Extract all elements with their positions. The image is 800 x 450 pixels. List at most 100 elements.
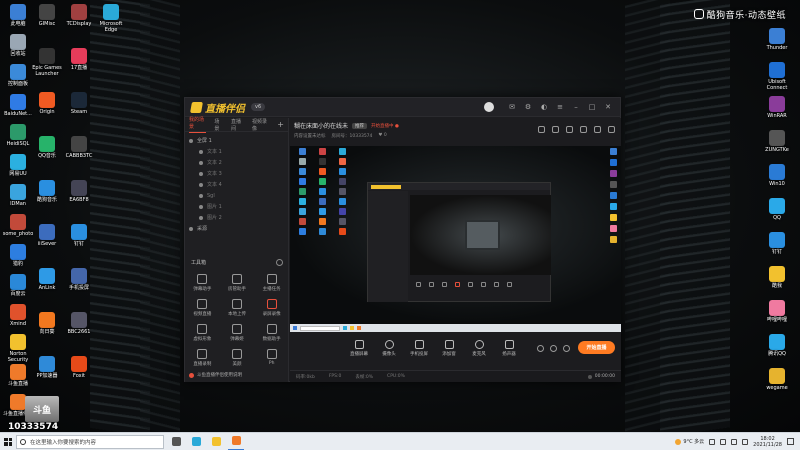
- tool-item[interactable]: 视频直播: [185, 299, 220, 317]
- volume-icon[interactable]: [731, 438, 738, 445]
- source-item[interactable]: 图片 2: [189, 212, 284, 223]
- desktop-shortcut[interactable]: QQ音乐: [30, 136, 64, 159]
- stream-control[interactable]: 麦克风: [465, 339, 493, 357]
- taskbar-app-task-view[interactable]: [168, 433, 184, 450]
- tool-item[interactable]: 弹幕助手: [185, 274, 220, 292]
- preview-toggle-icon[interactable]: [550, 344, 557, 352]
- add-scene-icon[interactable]: +: [277, 120, 284, 129]
- eye-icon[interactable]: [199, 182, 203, 187]
- desktop-shortcut[interactable]: TCDisplay: [62, 4, 96, 27]
- close-icon[interactable]: ✕: [602, 101, 614, 113]
- weather-widget[interactable]: 9°C 多云: [675, 438, 704, 445]
- more-icon[interactable]: [608, 126, 615, 133]
- camera-toggle-icon[interactable]: [537, 344, 544, 352]
- avatar[interactable]: [484, 102, 494, 112]
- desktop-shortcut[interactable]: GIMisc: [30, 4, 64, 27]
- tool-item[interactable]: 录屏录像: [254, 299, 289, 317]
- desktop-shortcut[interactable]: WinRAR: [760, 96, 794, 119]
- desktop-shortcut[interactable]: QQ: [760, 198, 794, 221]
- start-live-button[interactable]: 开始直播: [578, 341, 615, 354]
- desktop-shortcut[interactable]: EA6BF8: [62, 180, 96, 203]
- live-preview[interactable]: [290, 146, 621, 332]
- stream-control[interactable]: 扬声器: [495, 339, 523, 357]
- scene-tab[interactable]: 视频录像: [252, 118, 269, 132]
- eye-icon[interactable]: [199, 193, 203, 198]
- desktop-shortcut[interactable]: CABBB3TC: [62, 136, 96, 159]
- taskbar-clock[interactable]: 18:02 2021/11/28: [753, 436, 782, 448]
- desktop-shortcut[interactable]: Win10: [760, 164, 794, 187]
- ime-icon[interactable]: [742, 438, 749, 445]
- tool-item[interactable]: 数据助手: [254, 324, 289, 342]
- desktop-shortcut[interactable]: PP加速器: [30, 356, 64, 379]
- taskbar-app-explorer[interactable]: [208, 433, 224, 450]
- source-item[interactable]: 文本 4: [189, 179, 284, 190]
- scene-tab[interactable]: 直播间: [231, 118, 244, 132]
- tool-item[interactable]: Ph: [254, 349, 289, 367]
- desktop-shortcut[interactable]: 手机投屏: [62, 268, 96, 291]
- desktop-shortcut[interactable]: 酷狗音乐: [30, 180, 64, 203]
- taskbar-search[interactable]: 在这里输入你要搜索的内容: [16, 434, 164, 449]
- taskbar-app-douyu[interactable]: [228, 433, 244, 450]
- screenshot-icon[interactable]: [580, 126, 587, 133]
- desktop-shortcut[interactable]: 向日葵: [30, 312, 64, 335]
- source-item[interactable]: Sgl: [189, 190, 284, 201]
- desktop-shortcut[interactable]: 17直播: [62, 48, 96, 71]
- desktop-shortcut[interactable]: Epic Games Launcher: [30, 48, 64, 77]
- desktop-shortcut[interactable]: Origin: [30, 92, 64, 115]
- settings-icon[interactable]: ⚙: [522, 101, 534, 113]
- eye-icon[interactable]: [199, 160, 203, 165]
- eye-icon[interactable]: [189, 226, 193, 231]
- scene-tab[interactable]: 场景: [214, 118, 223, 132]
- tool-item[interactable]: 本地上传: [220, 299, 255, 317]
- tool-item[interactable]: 房管助手: [220, 274, 255, 292]
- scene-tab[interactable]: 我的场景: [189, 116, 207, 133]
- source-item[interactable]: 采源: [189, 223, 284, 234]
- desktop-shortcut[interactable]: BBC2661: [62, 312, 96, 335]
- notification-icon[interactable]: [787, 438, 794, 445]
- grid-icon[interactable]: [538, 126, 545, 133]
- source-item[interactable]: 文本 2: [189, 157, 284, 168]
- stream-control[interactable]: 直播屏幕: [345, 339, 373, 357]
- skin-icon[interactable]: ◐: [538, 101, 550, 113]
- eye-icon[interactable]: [199, 215, 203, 220]
- desktop-shortcut[interactable]: 酷我: [760, 266, 794, 289]
- start-button[interactable]: [0, 433, 16, 450]
- eye-icon[interactable]: [199, 149, 203, 154]
- tool-item[interactable]: 主播任务: [254, 274, 289, 292]
- desktop-shortcut[interactable]: ZUNGTKe: [760, 130, 794, 153]
- room-title[interactable]: 糊在床面小的在线未: [294, 121, 348, 130]
- version-badge[interactable]: v6: [251, 103, 266, 111]
- eye-icon[interactable]: [199, 171, 203, 176]
- desktop-shortcut[interactable]: wegame: [760, 368, 794, 391]
- desktop-shortcut[interactable]: 钉钉: [760, 232, 794, 255]
- desktop-shortcut[interactable]: Steam: [62, 92, 96, 115]
- source-item[interactable]: 文本 3: [189, 168, 284, 179]
- desktop-shortcut[interactable]: 钉钉: [62, 224, 96, 247]
- taskbar-app-edge[interactable]: [188, 433, 204, 450]
- source-item[interactable]: 文本 1: [189, 146, 284, 157]
- network-icon[interactable]: [720, 438, 727, 445]
- chevron-up-icon[interactable]: [709, 438, 716, 445]
- desktop-shortcut[interactable]: Ubisoft Connect: [760, 62, 794, 91]
- stream-control[interactable]: 摄像头: [375, 339, 403, 357]
- room-content-setting[interactable]: 内容设置未达标: [294, 133, 326, 139]
- desktop-shortcut[interactable]: Microsoft Edge: [94, 4, 128, 33]
- copy-icon[interactable]: [552, 126, 559, 133]
- stream-control[interactable]: 添加窗: [435, 339, 463, 357]
- share-icon[interactable]: [594, 126, 601, 133]
- desktop-shortcut[interactable]: 哔哩哔哩: [760, 300, 794, 323]
- minimize-icon[interactable]: –: [570, 101, 582, 113]
- usage-notice[interactable]: 斗鱼直播伴侣使用说明: [189, 372, 242, 378]
- desktop-shortcut[interactable]: Thunder: [760, 28, 794, 51]
- tool-item[interactable]: 美颜: [220, 349, 255, 367]
- tool-item[interactable]: 直播录制: [185, 349, 220, 367]
- desktop-shortcut[interactable]: iiiSever: [30, 224, 64, 247]
- menu-icon[interactable]: ≡: [554, 101, 566, 113]
- maximize-icon[interactable]: □: [586, 101, 598, 113]
- eye-icon[interactable]: [189, 138, 193, 143]
- source-item[interactable]: 图片 1: [189, 201, 284, 212]
- record-icon[interactable]: [566, 126, 573, 133]
- desktop-shortcut[interactable]: Foxit: [62, 356, 96, 379]
- toolbox-settings-icon[interactable]: [276, 258, 283, 266]
- source-item[interactable]: 全屏 1: [189, 135, 284, 146]
